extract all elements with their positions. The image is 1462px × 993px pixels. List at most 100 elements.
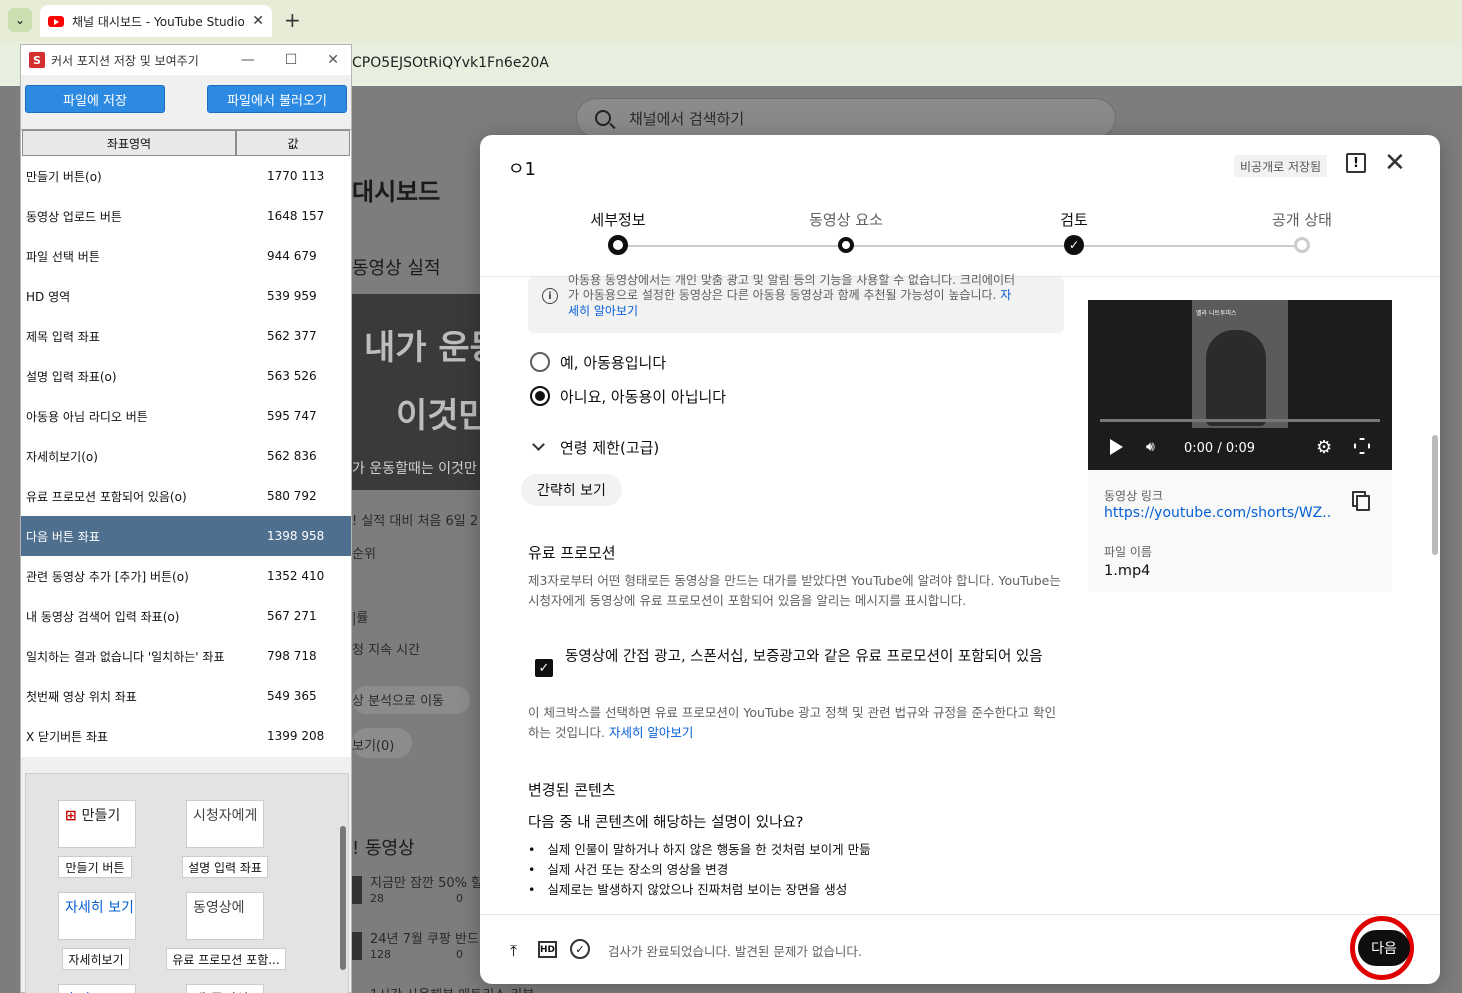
made-for-kids-no-label[interactable]: 아니요, 아동용이 아닙니다 xyxy=(560,386,726,407)
video-player[interactable]: 멜라 니트투피스 🔊︎ 0:00 / 0:09 ⚙ xyxy=(1088,300,1392,470)
grid-row[interactable]: 제목 입력 좌표 562 377 xyxy=(21,316,351,356)
content-scrollbar[interactable] xyxy=(1432,435,1438,555)
recent-video-comments: 0 xyxy=(456,892,463,905)
row-name: 설명 입력 좌표(o) xyxy=(26,369,117,384)
made-for-kids-yes-label[interactable]: 예, 아동용입니다 xyxy=(560,352,666,373)
row-value: 595 747 xyxy=(267,409,317,423)
save-to-file-button[interactable]: 파일에 저장 xyxy=(25,85,165,113)
grid-row[interactable]: 아동용 아님 라디오 버튼 595 747 xyxy=(21,396,351,436)
gear-icon[interactable]: ⚙ xyxy=(1316,437,1332,458)
step-dot-visibility[interactable] xyxy=(1294,237,1310,253)
grid-row[interactable]: 내 동영상 검색어 입력 좌표(o) 567 271 xyxy=(21,596,351,636)
row-name: 제목 입력 좌표 xyxy=(26,329,100,344)
age-restriction-toggle[interactable]: 연령 제한(고급) xyxy=(560,437,659,458)
coordinate-grid: 좌표영역 값 만들기 버튼(o) 1770 113 동영상 업로드 버튼 1648 … xyxy=(21,129,351,757)
row-value: 1398 958 xyxy=(267,529,325,543)
fullscreen-icon[interactable] xyxy=(1354,438,1370,454)
palette-label[interactable]: 자세히보기 xyxy=(62,948,130,970)
step-video-elements[interactable]: 동영상 요소 xyxy=(809,209,883,230)
notice-text-main: 가 아동용으로 설정한 동영상은 다른 아동용 동영상과 함께 추천될 가능성이… xyxy=(568,288,997,302)
palette-label[interactable]: 유료 프로모션 포함... xyxy=(166,948,286,970)
recent-video-title[interactable]: 지금만 잠깐 50% 할 xyxy=(370,872,483,891)
see-more-label: 보기(0) xyxy=(352,739,395,754)
palette-card[interactable]: 추가 xyxy=(58,984,136,993)
row-name: 첫번째 영상 위치 좌표 xyxy=(26,689,137,704)
row-value: 549 365 xyxy=(267,689,317,703)
palette-card[interactable]: ⊞ 만들기 xyxy=(58,800,136,848)
saved-private-badge: 비공개로 저장됨 xyxy=(1234,155,1328,177)
row-name: 다음 버튼 좌표 xyxy=(26,529,100,544)
row-name: 유료 프로모션 포함되어 있음(o) xyxy=(26,489,187,504)
cursor-position-tool-window: S 커서 포지션 저장 및 보여주기 — ☐ ✕ 파일에 저장 파일에서 불러오… xyxy=(20,44,352,993)
palette-card[interactable]: 동영상에 xyxy=(186,892,264,940)
row-value: 539 959 xyxy=(267,289,317,303)
show-less-button[interactable]: 간략히 보기 xyxy=(521,474,622,506)
palette-card[interactable]: 시청자에게 xyxy=(186,800,264,848)
volume-icon[interactable]: 🔊︎ xyxy=(1146,439,1162,455)
grid-row[interactable]: 유료 프로모션 포함되어 있음(o) 580 792 xyxy=(21,476,351,516)
grid-row[interactable]: 자세히보기(o) 562 836 xyxy=(21,436,351,476)
grid-row[interactable]: 만들기 버튼(o) 1770 113 xyxy=(21,156,351,196)
play-icon[interactable] xyxy=(1110,439,1123,455)
paid-promotion-checkbox[interactable]: ✓ xyxy=(535,659,553,677)
browser-tab[interactable]: 채널 대시보드 - YouTube Studio ✕ xyxy=(40,5,272,37)
load-from-file-button[interactable]: 파일에서 불러오기 xyxy=(207,85,347,113)
new-tab-plus-icon[interactable]: + xyxy=(284,8,301,32)
recent-video-title[interactable]: 24년 7월 쿠팡 반드 xyxy=(370,928,479,947)
paid-note-text: 이 체크박스를 선택하면 유료 프로모션이 YouTube 광고 정책 및 관련… xyxy=(528,705,1056,740)
close-icon[interactable]: ✕ xyxy=(1384,149,1406,177)
feedback-icon[interactable]: ! xyxy=(1346,153,1366,173)
minimize-icon[interactable]: — xyxy=(241,52,255,68)
row-name: 자세히보기(o) xyxy=(26,449,98,464)
video-time: 0:00 / 0:09 xyxy=(1184,441,1256,456)
palette-scrollbar[interactable] xyxy=(340,826,346,970)
palette-label[interactable]: 만들기 버튼 xyxy=(58,856,132,878)
row-value: 562 377 xyxy=(267,329,317,343)
copy-icon[interactable] xyxy=(1356,495,1370,511)
video-link[interactable]: https://youtube.com/shorts/WZ... xyxy=(1104,505,1332,521)
channel-search-input[interactable]: 채널에서 검색하기 xyxy=(576,98,1116,138)
grid-row[interactable]: 일치하는 결과 없습니다 '일치하는' 좌표 798 718 xyxy=(21,636,351,676)
tab-close-icon[interactable]: ✕ xyxy=(252,13,264,29)
recent-video-title[interactable]: 1시간 사용해본 매트리스 리뷰 xyxy=(370,984,534,993)
grid-row[interactable]: 동영상 업로드 버튼 1648 157 xyxy=(21,196,351,236)
close-icon[interactable]: ✕ xyxy=(327,52,339,68)
grid-row[interactable]: 첫번째 영상 위치 좌표 549 365 xyxy=(21,676,351,716)
next-button[interactable]: 다음 xyxy=(1358,930,1410,966)
chevron-down-icon[interactable] xyxy=(532,438,545,451)
maximize-icon[interactable]: ☐ xyxy=(285,52,298,68)
upload-dialog: ㅇ1 비공개로 저장됨 ! ✕ 세부정보 동영상 요소 검토 공개 상태 ✓ 아… xyxy=(480,135,1440,984)
step-dot-video-elements[interactable] xyxy=(838,237,854,253)
palette-label[interactable]: 설명 입력 좌표 xyxy=(182,856,268,878)
step-dot-details[interactable] xyxy=(608,235,628,255)
checks-status-text: 검사가 완료되었습니다. 발견된 문제가 없습니다. xyxy=(608,944,862,959)
learn-more-link[interactable]: 세히 알아보기 xyxy=(568,302,638,319)
url-text[interactable]: CPO5EJSOtRiQYvk1Fn6e20A xyxy=(352,55,549,71)
learn-more-link[interactable]: 자세히 알아보기 xyxy=(609,725,693,740)
column-header-name[interactable]: 좌표영역 xyxy=(22,130,236,156)
made-for-kids-yes-radio[interactable] xyxy=(530,352,550,372)
grid-row-selected[interactable]: 다음 버튼 좌표 1398 958 xyxy=(21,516,351,556)
grid-row[interactable]: HD 영역 539 959 xyxy=(21,276,351,316)
step-checks[interactable]: 검토 xyxy=(1060,209,1088,230)
grid-row[interactable]: 관련 동영상 추가 [추가] 버튼(o) 1352 410 xyxy=(21,556,351,596)
check-circle-icon: ✓ xyxy=(570,939,590,959)
grid-row[interactable]: 설명 입력 좌표(o) 563 526 xyxy=(21,356,351,396)
palette-card[interactable]: 자세히 보기 xyxy=(58,892,136,940)
column-header-value[interactable]: 값 xyxy=(236,130,350,156)
learn-more-link[interactable]: 자 xyxy=(1000,288,1011,302)
grid-row[interactable]: X 닫기버튼 좌표 1399 208 xyxy=(21,716,351,756)
video-progress-bar[interactable] xyxy=(1100,419,1380,422)
dialog-title: ㅇ1 xyxy=(508,159,537,180)
paid-promotion-checkbox-label[interactable]: 동영상에 간접 광고, 스폰서십, 보증광고와 같은 유료 프로모션이 포함되어… xyxy=(565,645,1065,669)
bg-stat-line: 순위 xyxy=(352,547,376,562)
grid-row[interactable]: 파일 선택 버튼 944 679 xyxy=(21,236,351,276)
tab-search-chevron-icon[interactable]: ⌄ xyxy=(8,8,32,32)
made-for-kids-no-radio[interactable] xyxy=(530,386,550,406)
tool-titlebar: S 커서 포지션 저장 및 보여주기 — ☐ ✕ xyxy=(21,45,351,75)
step-details[interactable]: 세부정보 xyxy=(590,209,645,230)
palette-card[interactable]: 내 동영상 xyxy=(186,984,264,993)
checkmark-icon[interactable]: ✓ xyxy=(1064,235,1084,255)
video-link-label: 동영상 링크 xyxy=(1104,489,1164,503)
step-visibility[interactable]: 공개 상태 xyxy=(1272,209,1332,230)
